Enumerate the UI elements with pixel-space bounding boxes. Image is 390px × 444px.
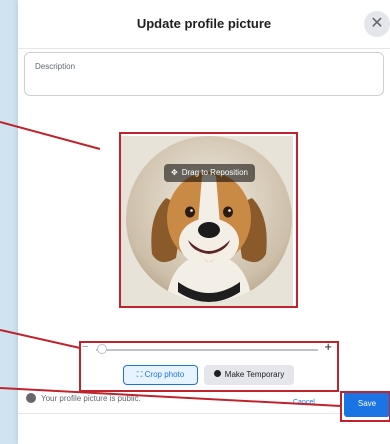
drag-to-reposition-label: ✥ Drag to Reposition (164, 164, 255, 182)
crop-photo-button[interactable]: ⛶ Crop photo (123, 365, 198, 385)
zoom-track[interactable] (96, 349, 318, 351)
zoom-in-icon[interactable]: + (324, 339, 332, 354)
photo-preview[interactable]: ✥ Drag to Reposition (120, 136, 293, 306)
dog-photo (151, 172, 267, 302)
save-button[interactable]: Save (344, 391, 390, 417)
description-input[interactable] (33, 61, 377, 72)
footer-divider (18, 413, 390, 414)
drag-label-text: Drag to Reposition (181, 168, 248, 177)
crop-icon: ⛶ (136, 370, 143, 379)
zoom-out-icon[interactable]: − (82, 341, 88, 353)
profile-photo-circle[interactable]: ✥ Drag to Reposition (126, 136, 292, 302)
clock-icon (213, 370, 221, 378)
privacy-text: Your profile picture is public. (41, 394, 141, 403)
zoom-slider[interactable]: − + (82, 339, 332, 357)
make-temporary-label: Make Temporary (224, 370, 285, 379)
update-profile-picture-dialog: Update profile picture ✕ Description ✥ D… (18, 0, 390, 444)
globe-icon (26, 392, 36, 403)
privacy-notice: Your profile picture is public. (26, 392, 141, 405)
description-field-container (24, 52, 384, 96)
dialog-title: Update profile picture (136, 16, 272, 31)
move-icon: ✥ (171, 168, 178, 177)
crop-photo-label: Crop photo (144, 370, 185, 379)
make-temporary-button[interactable]: Make Temporary (204, 365, 294, 385)
cancel-button[interactable]: Cancel (293, 399, 315, 406)
dialog-header: Update profile picture ✕ (18, 0, 390, 49)
zoom-handle[interactable] (97, 344, 107, 354)
close-icon[interactable]: ✕ (364, 11, 390, 37)
